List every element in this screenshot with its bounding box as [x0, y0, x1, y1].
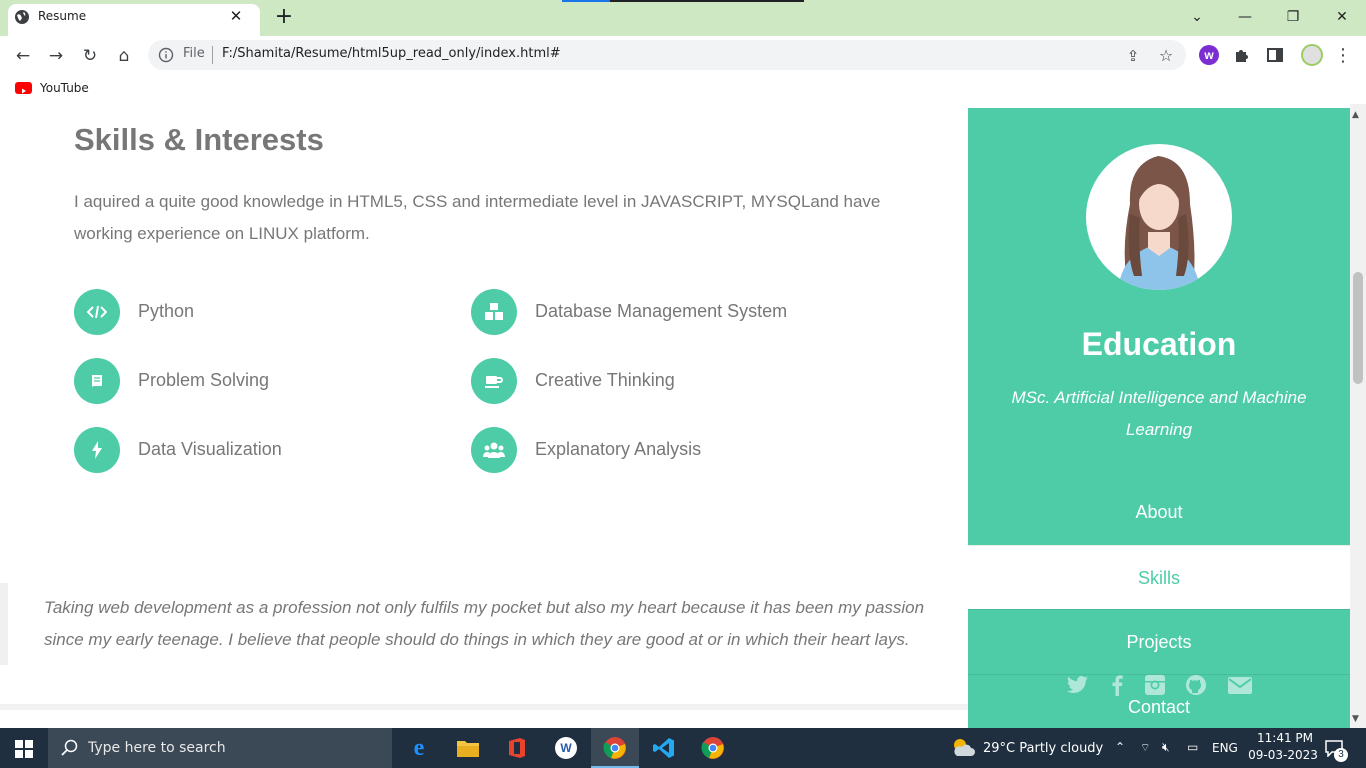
skill-label-data-visualization: Data Visualization	[138, 439, 282, 459]
scheme-label: File	[183, 46, 205, 61]
skill-label-creative-thinking: Creative Thinking	[535, 370, 675, 390]
skill-label-explanatory-analysis: Explanatory Analysis	[535, 439, 702, 459]
notification-count-badge: 3	[1334, 748, 1348, 762]
back-button[interactable]: ←	[10, 43, 36, 69]
book-icon	[74, 358, 120, 404]
info-icon[interactable]	[158, 47, 174, 63]
coffee-icon	[471, 358, 517, 404]
bolt-icon	[74, 427, 120, 473]
blockquote-bar	[0, 583, 8, 665]
battery-icon[interactable]: ▭	[1187, 740, 1198, 754]
forward-button[interactable]: →	[43, 43, 69, 69]
sidebar-title: Education	[1081, 326, 1237, 362]
taskbar-search-placeholder: Type here to search	[88, 740, 226, 756]
scroll-down-icon[interactable]: ▼	[1352, 714, 1359, 724]
section-divider	[0, 704, 968, 710]
code-icon	[74, 289, 120, 335]
titlebar-accent-dark	[610, 0, 804, 2]
wps-writer-icon[interactable]: W	[552, 734, 580, 762]
language-indicator[interactable]: ENG	[1212, 741, 1238, 755]
profile-avatar[interactable]	[1301, 44, 1323, 66]
new-tab-button[interactable]: +	[272, 6, 296, 30]
github-icon[interactable]	[1184, 674, 1208, 696]
search-icon	[61, 739, 78, 756]
edge-legacy-icon[interactable]: e	[405, 734, 433, 762]
scroll-up-icon[interactable]: ▲	[1352, 110, 1359, 120]
tab-search-icon[interactable]: ⌄	[1184, 5, 1210, 29]
window-close-button[interactable]: ✕	[1329, 5, 1355, 29]
volume-muted-icon[interactable]: 🔇︎	[1162, 740, 1170, 755]
facebook-icon[interactable]	[1106, 674, 1130, 696]
windows-start-icon[interactable]	[15, 740, 33, 758]
titlebar-accent	[562, 0, 610, 2]
tab-title: Resume	[38, 9, 87, 23]
tab-close-icon[interactable]: ✕	[226, 6, 246, 26]
sidebar-subtitle: MSc. Artificial Intelligence and Machine…	[1011, 388, 1307, 439]
side-panel-icon[interactable]	[1266, 46, 1284, 64]
nav-about[interactable]: About	[968, 480, 1350, 544]
office-icon[interactable]	[503, 734, 531, 762]
section-description: I aquired a quite good knowledge in HTML…	[74, 192, 881, 243]
reload-button[interactable]: ↻	[77, 43, 103, 69]
twitter-icon[interactable]	[1066, 674, 1090, 696]
skill-label-problem-solving: Problem Solving	[138, 370, 270, 390]
instagram-icon[interactable]	[1143, 674, 1167, 696]
tray-chevron-icon[interactable]: ⌃	[1115, 740, 1125, 754]
partly-cloudy-icon	[954, 739, 975, 756]
weather-text[interactable]: 29°C Partly cloudy	[983, 741, 1103, 756]
network-icon[interactable]: ⌔	[1140, 741, 1150, 755]
skill-label-python: Python	[138, 301, 195, 321]
cubes-icon	[471, 289, 517, 335]
vscode-icon[interactable]	[650, 734, 678, 762]
profile-avatar-image	[1086, 144, 1232, 290]
clock-time[interactable]: 11:41 PM	[1255, 731, 1315, 745]
section-title: Skills & Interests	[74, 122, 324, 157]
home-button[interactable]: ⌂	[111, 43, 137, 69]
bookmarks-bar	[0, 74, 1366, 104]
envelope-icon[interactable]	[1227, 674, 1253, 696]
restore-button[interactable]: ❐	[1280, 5, 1306, 29]
address-separator	[212, 46, 213, 64]
youtube-icon[interactable]	[15, 82, 32, 94]
nav-projects[interactable]: Projects	[968, 609, 1350, 673]
url-text[interactable]: F:/Shamita/Resume/html5up_read_only/inde…	[222, 46, 561, 61]
scrollbar-thumb[interactable]	[1353, 272, 1363, 384]
bookmark-star-icon[interactable]: ☆	[1153, 43, 1179, 69]
clock-date[interactable]: 09-03-2023	[1248, 748, 1318, 762]
extension-w-icon[interactable]: w	[1199, 45, 1219, 65]
bookmark-youtube[interactable]: YouTube	[40, 81, 89, 95]
blockquote-text: Taking web development as a profession n…	[44, 598, 925, 649]
minimize-button[interactable]: —	[1232, 5, 1258, 29]
chrome-profile-icon[interactable]	[699, 734, 727, 762]
file-explorer-icon[interactable]	[454, 734, 482, 762]
nav-skills[interactable]: Skills	[968, 545, 1350, 609]
skill-label-dbms: Database Management System	[535, 301, 788, 321]
share-icon[interactable]: ⇪	[1120, 43, 1146, 69]
users-icon	[471, 427, 517, 473]
menu-kebab-icon[interactable]: ⋮	[1330, 43, 1356, 69]
chrome-icon[interactable]	[601, 734, 629, 762]
page-scrollbar[interactable]	[1350, 104, 1366, 728]
extensions-puzzle-icon[interactable]	[1233, 46, 1251, 64]
globe-icon	[15, 10, 29, 24]
